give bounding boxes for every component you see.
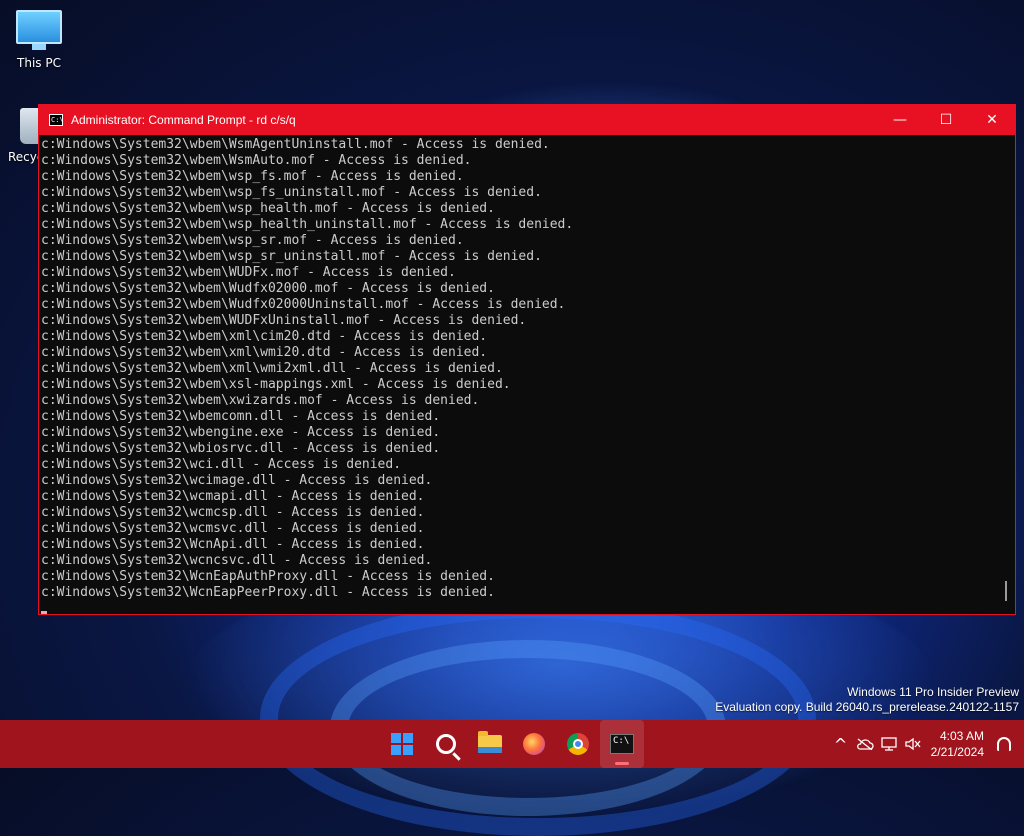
console-line: c:Windows\System32\WcnEapPeerProxy.dll -… — [41, 585, 495, 600]
speaker-muted-icon[interactable] — [901, 720, 925, 768]
console-line: c:Windows\System32\wbem\Wudfx02000Uninst… — [41, 297, 566, 312]
console-line: c:Windows\System32\wbemcomn.dll - Access… — [41, 409, 441, 424]
window-title: Administrator: Command Prompt - rd c/s/q — [71, 113, 296, 127]
text-cursor — [41, 611, 47, 614]
console-line: c:Windows\System32\wbem\xsl-mappings.xml… — [41, 377, 511, 392]
search-button[interactable] — [424, 720, 468, 768]
watermark-line-2: Evaluation copy. Build 26040.rs_prerelea… — [715, 700, 1019, 714]
cloud-off-icon[interactable] — [853, 720, 877, 768]
windows-logo-icon — [391, 733, 413, 755]
terminal-icon: C:\ — [49, 114, 64, 126]
console-line: c:Windows\System32\WcnEapAuthProxy.dll -… — [41, 569, 495, 584]
console-line: c:Windows\System32\wbem\WsmAuto.mof - Ac… — [41, 153, 472, 168]
console-line: c:Windows\System32\WcnApi.dll - Access i… — [41, 537, 425, 552]
console-line: c:Windows\System32\wbiosrvc.dll - Access… — [41, 441, 441, 456]
desktop-icon-recycle-bin[interactable]: Recyc — [0, 108, 50, 164]
command-prompt-window[interactable]: C:\ Administrator: Command Prompt - rd c… — [38, 104, 1016, 615]
terminal-icon: C:\ — [610, 734, 634, 754]
firefox-button[interactable] — [512, 720, 556, 768]
console-line: c:Windows\System32\wbengine.exe - Access… — [41, 425, 441, 440]
console-line: c:Windows\System32\wbem\wsp_fs.mof - Acc… — [41, 169, 464, 184]
evaluation-watermark: Windows 11 Pro Insider Preview Evaluatio… — [715, 685, 1019, 715]
active-app-indicator — [615, 762, 629, 765]
console-line: c:Windows\System32\wcmcsp.dll - Access i… — [41, 505, 425, 520]
console-line: c:Windows\System32\wbem\Wudfx02000.mof -… — [41, 281, 495, 296]
console-output[interactable]: c:Windows\System32\wbem\WsmAgentUninstal… — [39, 135, 997, 614]
search-icon — [436, 734, 456, 754]
console-line: c:Windows\System32\wbem\wsp_sr.mof - Acc… — [41, 233, 464, 248]
console-line: c:Windows\System32\wcimage.dll - Access … — [41, 473, 433, 488]
console-line: c:Windows\System32\wcmapi.dll - Access i… — [41, 489, 425, 504]
network-icon[interactable] — [877, 720, 901, 768]
console-line: c:Windows\System32\wbem\WUDFx.mof - Acce… — [41, 265, 456, 280]
monitor-icon — [16, 10, 62, 50]
console-line: c:Windows\System32\wbem\wsp_fs_uninstall… — [41, 185, 542, 200]
wallpaper-swirl — [260, 600, 816, 836]
start-button[interactable] — [380, 720, 424, 768]
console-line: c:Windows\System32\wbem\wsp_health.mof -… — [41, 201, 495, 216]
firefox-icon — [523, 733, 545, 755]
taskbar-clock[interactable]: 4:03 AM 2/21/2024 — [931, 728, 984, 760]
close-button[interactable]: ✕ — [969, 105, 1015, 135]
chrome-icon — [567, 733, 589, 755]
minimize-button[interactable]: — — [877, 105, 923, 135]
console-line: c:Windows\System32\wbem\xml\wmi2xml.dll … — [41, 361, 503, 376]
desktop-icon-this-pc[interactable]: This PC — [2, 10, 76, 70]
folder-icon — [478, 731, 502, 753]
clock-date: 2/21/2024 — [930, 745, 984, 759]
console-line: c:Windows\System32\wbem\WsmAgentUninstal… — [41, 137, 550, 152]
console-line: c:Windows\System32\wbem\wsp_health_unins… — [41, 217, 574, 232]
console-line: c:Windows\System32\wbem\wsp_sr_uninstall… — [41, 249, 542, 264]
console-line: c:Windows\System32\wbem\xml\cim20.dtd - … — [41, 329, 488, 344]
console-line: c:Windows\System32\wcmsvc.dll - Access i… — [41, 521, 425, 536]
console-line: c:Windows\System32\wci.dll - Access is d… — [41, 457, 402, 472]
file-explorer-button[interactable] — [468, 720, 512, 768]
console-line: c:Windows\System32\wbem\WUDFxUninstall.m… — [41, 313, 527, 328]
maximize-button[interactable]: ☐ — [923, 105, 969, 135]
scrollbar-thumb[interactable] — [1005, 581, 1007, 601]
console-line: c:Windows\System32\wcncsvc.dll - Access … — [41, 553, 433, 568]
vertical-scrollbar[interactable] — [997, 135, 1015, 614]
watermark-line-1: Windows 11 Pro Insider Preview — [847, 685, 1019, 699]
system-tray: ^ 4:03 AM 2/21/2024 — [829, 720, 1024, 768]
chrome-button[interactable] — [556, 720, 600, 768]
notification-bell-icon[interactable] — [992, 720, 1016, 768]
window-controls: — ☐ ✕ — [877, 105, 1015, 135]
console-line: c:Windows\System32\wbem\xml\wmi20.dtd - … — [41, 345, 488, 360]
clock-time: 4:03 AM — [939, 729, 984, 743]
chevron-up-icon[interactable]: ^ — [829, 720, 853, 768]
taskbar-apps: C:\ — [380, 720, 644, 768]
taskbar: C:\ ^ 4:03 AM 2/21/2024 — [0, 720, 1024, 768]
desktop-icon-label: Recyc — [8, 150, 44, 164]
window-titlebar[interactable]: C:\ Administrator: Command Prompt - rd c… — [39, 105, 1015, 135]
console-line: c:Windows\System32\wbem\xwizards.mof - A… — [41, 393, 480, 408]
desktop-icon-label: This PC — [17, 56, 61, 70]
command-prompt-button[interactable]: C:\ — [600, 720, 644, 768]
